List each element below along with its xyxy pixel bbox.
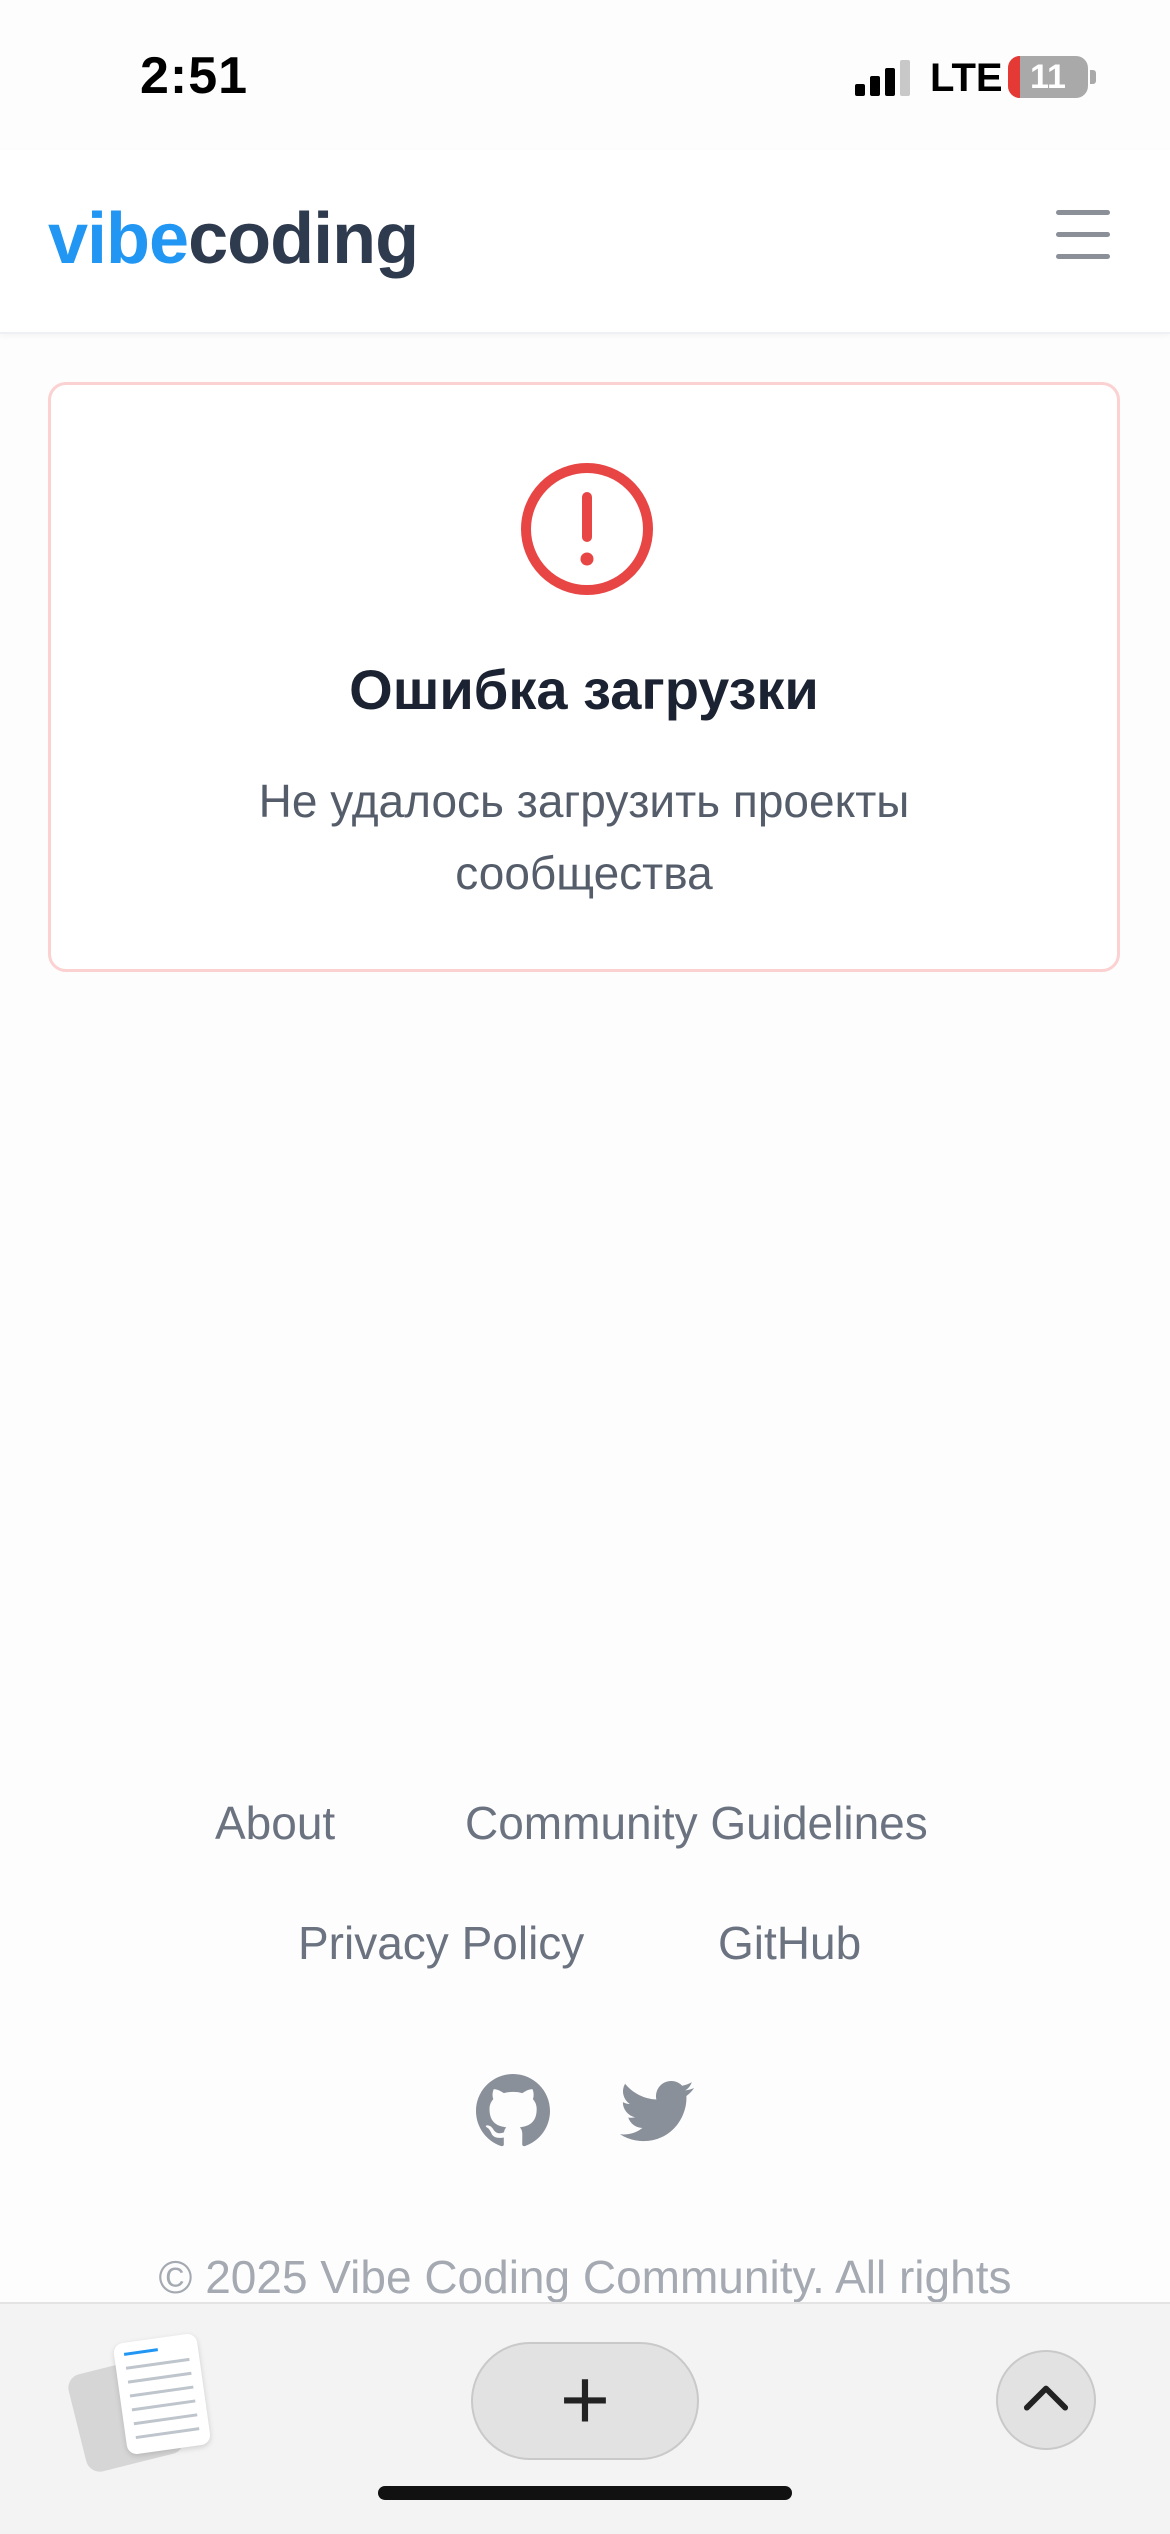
app-header: vibecoding [0, 150, 1170, 334]
scroll-to-top-button[interactable] [996, 2350, 1096, 2450]
battery-tip [1090, 70, 1096, 84]
cellular-signal-icon [855, 60, 910, 96]
footer-link-privacy-policy[interactable]: Privacy Policy [298, 1916, 584, 1970]
logo-part-vibe: vibe [48, 199, 189, 279]
chevron-up-icon [1023, 2385, 1069, 2411]
logo-part-coding: coding [188, 199, 419, 279]
network-type: LTE [930, 56, 1003, 100]
exclamation-circle-icon [521, 463, 653, 595]
twitter-icon[interactable] [620, 2074, 694, 2148]
footer-link-community-guidelines[interactable]: Community Guidelines [465, 1796, 928, 1850]
status-bar: 2:51 LTE 11 [0, 0, 1170, 150]
new-tab-button[interactable]: + [471, 2342, 699, 2460]
footer-link-about[interactable]: About [215, 1796, 335, 1850]
github-icon[interactable] [476, 2074, 550, 2148]
site-logo[interactable]: vibecoding [48, 198, 419, 280]
plus-icon: + [559, 2352, 611, 2448]
error-message: Не удалось загрузить проекты сообщества [258, 775, 910, 899]
status-time: 2:51 [140, 47, 249, 105]
hamburger-menu-icon[interactable] [1052, 210, 1114, 260]
error-title: Ошибка загрузки [349, 658, 819, 721]
battery-level: 11 [1030, 58, 1066, 96]
footer-copyright: © 2025 Vibe Coding Community. All rights [158, 2251, 1012, 2303]
battery-icon: 11 [1008, 56, 1088, 98]
home-indicator [378, 2486, 792, 2500]
footer-link-github[interactable]: GitHub [718, 1916, 861, 1970]
tabs-overview-icon[interactable] [65, 2332, 220, 2475]
error-card: Ошибка загрузки Не удалось загрузить про… [48, 382, 1120, 972]
